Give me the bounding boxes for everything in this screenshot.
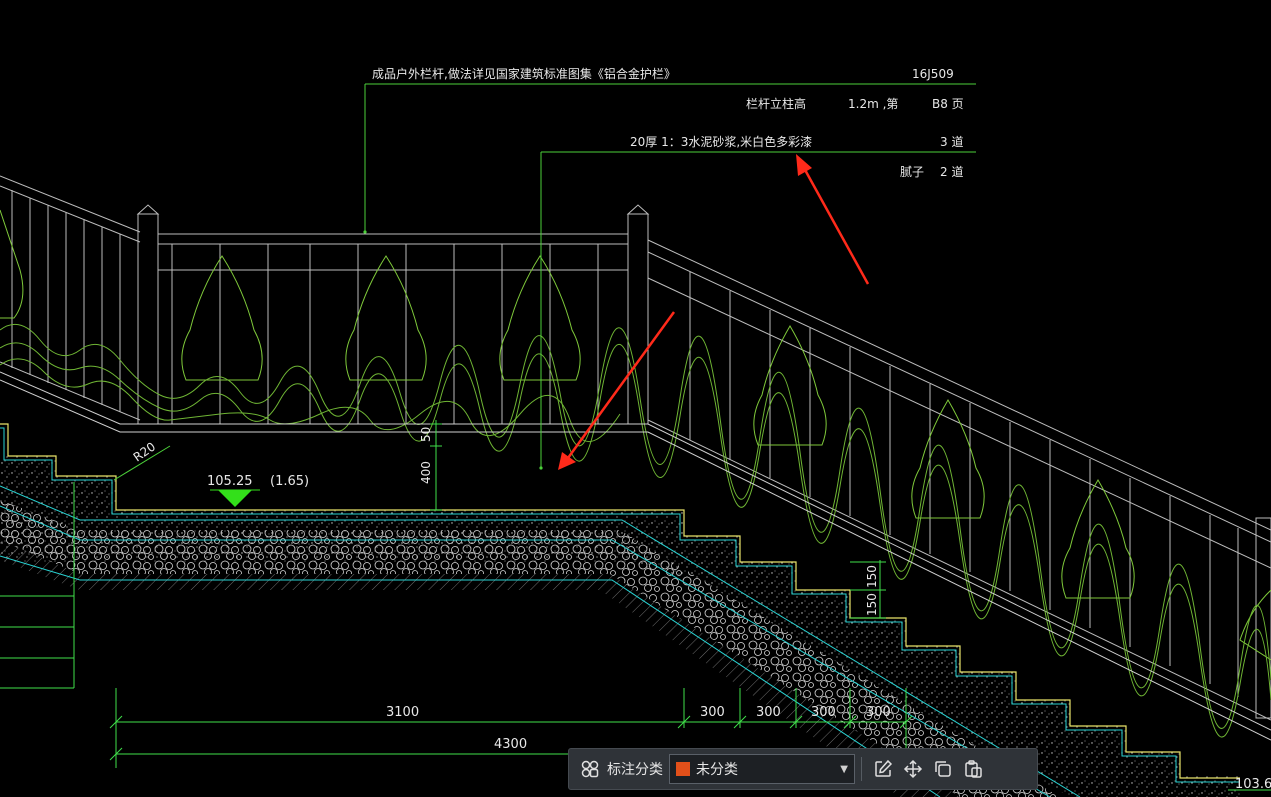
leader-dot-top: [363, 230, 367, 234]
dim-300-2: 300: [756, 705, 781, 720]
note-railing-spec: 成品户外栏杆,做法详见国家建筑标准图集《铝合金护栏》: [372, 66, 676, 81]
annotation-arrow-up: [796, 154, 870, 285]
dim-400: 400: [419, 461, 433, 484]
note-post-value: 1.2m ,第: [848, 97, 898, 111]
annotation-toolbar: 标注分类 未分类 ▼: [568, 748, 1038, 790]
dim-4300: 4300: [494, 737, 527, 752]
dim-300-1: 300: [700, 705, 725, 720]
note-mortar: 20厚 1：3水泥砂浆,米白色多彩漆: [630, 134, 812, 149]
dim-150-lower: 150: [865, 593, 879, 616]
dim-300-3: 300: [811, 705, 836, 720]
elevation-right: 103.6: [1235, 777, 1271, 792]
copy-icon[interactable]: [928, 754, 958, 784]
leader-dot-bottom: [539, 466, 543, 470]
note-railing-ref: 16J509: [912, 67, 954, 81]
cad-drawing-canvas[interactable]: 成品户外栏杆,做法详见国家建筑标准图集《铝合金护栏》 16J509 栏杆立柱高 …: [0, 0, 1271, 797]
elevation-value: 105.25: [207, 474, 253, 489]
dim-300-4: 300: [866, 705, 891, 720]
edit-icon[interactable]: [868, 754, 898, 784]
railing-left-slope: [0, 175, 141, 421]
note-mortar-coats: 3 道: [940, 135, 963, 149]
paste-icon[interactable]: [958, 754, 988, 784]
note-post-height: 栏杆立柱高: [746, 96, 806, 111]
classification-dropdown[interactable]: 未分类 ▼: [669, 754, 855, 784]
elevation-relative: (1.65): [270, 474, 309, 489]
move-icon[interactable]: [898, 754, 928, 784]
dim-50: 50: [419, 427, 433, 442]
note-putty-coats: 2 道: [940, 165, 963, 179]
note-putty: 腻子: [900, 165, 924, 179]
dim-150-upper: 150: [865, 565, 879, 588]
chevron-down-icon: ▼: [840, 763, 848, 775]
classification-value: 未分类: [696, 762, 738, 778]
elevation-marker-icon: [218, 490, 252, 507]
classification-label: 标注分类: [607, 762, 663, 778]
stair-section: [0, 423, 1240, 797]
toolbar-divider: [861, 757, 862, 781]
note-post-page: B8 页: [932, 97, 964, 111]
grid-icon[interactable]: [575, 754, 605, 784]
radius-label: R20: [131, 439, 158, 464]
category-color-swatch: [676, 762, 690, 776]
dim-3100: 3100: [386, 705, 419, 720]
